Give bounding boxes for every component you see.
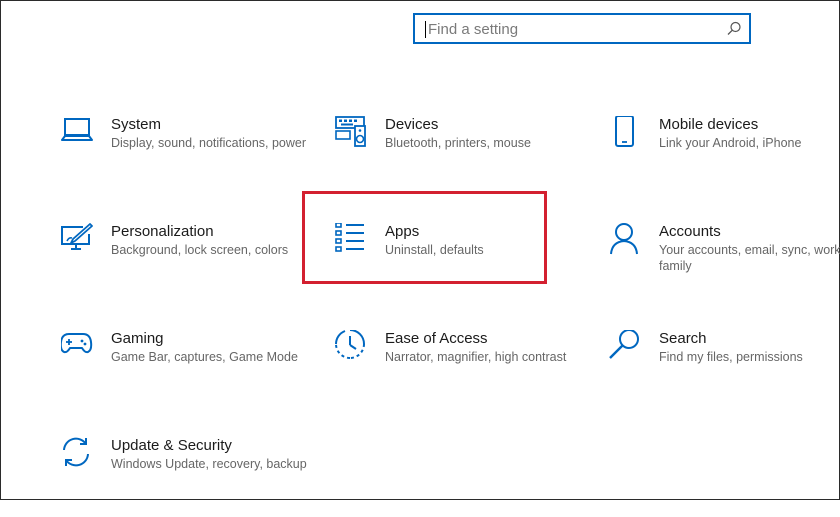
tile-title: Accounts xyxy=(659,223,721,240)
tile-description: Find my files, permissions xyxy=(659,350,803,364)
search-icon[interactable] xyxy=(725,20,743,38)
gamepad-icon xyxy=(61,330,95,364)
tile-update-security[interactable]: Update & Security Windows Update, recove… xyxy=(61,437,311,517)
tile-description: Game Bar, captures, Game Mode xyxy=(111,350,298,364)
tile-gaming[interactable]: Gaming Game Bar, captures, Game Mode xyxy=(61,330,311,410)
tile-description: Display, sound, notifications, power xyxy=(111,136,307,150)
tile-description: Uninstall, defaults xyxy=(385,243,484,257)
phone-icon xyxy=(609,116,643,150)
tile-description: Windows Update, recovery, backup xyxy=(111,457,307,471)
tile-devices[interactable]: Devices Bluetooth, printers, mouse xyxy=(335,116,585,196)
tile-title: Apps xyxy=(385,223,420,240)
tile-title: Gaming xyxy=(111,330,164,347)
tile-description: Bluetooth, printers, mouse xyxy=(385,136,531,150)
tile-title: Personalization xyxy=(111,223,214,240)
tile-mobile-devices[interactable]: Mobile devices Link your Android, iPhone xyxy=(609,116,840,196)
tile-search[interactable]: Search Find my files, permissions xyxy=(609,330,840,410)
tile-title: Search xyxy=(659,330,707,347)
tile-title: Mobile devices xyxy=(659,116,759,133)
search-box[interactable]: Find a setting xyxy=(413,13,751,44)
laptop-icon xyxy=(61,116,95,150)
tile-description: Link your Android, iPhone xyxy=(659,136,802,150)
tile-description: Background, lock screen, colors xyxy=(111,243,289,257)
text-caret xyxy=(425,21,426,38)
tile-apps[interactable]: Apps Uninstall, defaults xyxy=(335,223,585,303)
tile-accounts[interactable]: Accounts Your accounts, email, sync, wor… xyxy=(609,223,840,303)
tile-ease-of-access[interactable]: Ease of Access Narrator, magnifier, high… xyxy=(335,330,585,410)
tile-personalization[interactable]: Personalization Background, lock screen,… xyxy=(61,223,311,303)
tile-title: System xyxy=(111,116,162,133)
tile-description: Your accounts, email, sync, work, family xyxy=(659,243,840,273)
apps-list-icon xyxy=(335,223,369,257)
ease-of-access-icon xyxy=(335,330,369,364)
search-input[interactable]: Find a setting xyxy=(428,21,518,38)
keyboard-speaker-icon xyxy=(335,116,369,150)
tile-description: Narrator, magnifier, high contrast xyxy=(385,350,567,364)
person-icon xyxy=(609,223,643,257)
tile-system[interactable]: System Display, sound, notifications, po… xyxy=(61,116,311,196)
paint-monitor-icon xyxy=(61,223,95,257)
sync-arrows-icon xyxy=(61,437,95,471)
tile-title: Devices xyxy=(385,116,439,133)
tile-title: Update & Security xyxy=(111,437,232,454)
magnifier-icon xyxy=(609,330,643,364)
tile-title: Ease of Access xyxy=(385,330,488,347)
